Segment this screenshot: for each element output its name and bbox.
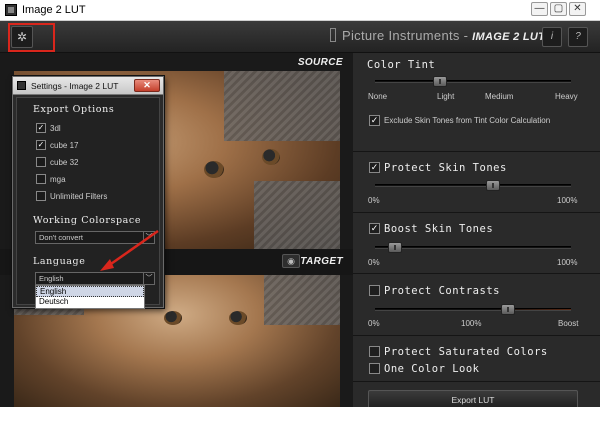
protect-contrasts-max: Boost	[558, 319, 579, 328]
export-cube17-checkbox[interactable]: ✓	[36, 140, 46, 150]
bottom-margin	[0, 407, 600, 423]
protect-contrasts-slider[interactable]	[375, 308, 571, 311]
app-body: ✲ Picture Instruments - IMAGE 2 LUT i ? …	[0, 21, 600, 410]
protect-skin-max: 100%	[557, 196, 578, 205]
protect-saturated-title: Protect Saturated Colors	[384, 346, 548, 358]
toolbar: ✲ Picture Instruments - IMAGE 2 LUT i ?	[0, 21, 600, 53]
settings-dialog-title: Settings - Image 2 LUT	[31, 81, 119, 91]
app-icon	[5, 4, 17, 16]
export-mga-checkbox[interactable]	[36, 174, 46, 184]
boost-skin-title: Boost Skin Tones	[384, 223, 494, 235]
colorspace-select[interactable]: Don't convert ﹀	[35, 231, 155, 244]
export-cube17-label: cube 17	[50, 141, 79, 150]
unlimited-filters-label: Unlimited Filters	[50, 192, 108, 201]
protect-contrasts-mid: 100%	[461, 319, 482, 328]
brand-logo-icon	[330, 28, 336, 42]
settings-close-button[interactable]: ✕	[134, 79, 160, 92]
exclude-skin-label: Exclude Skin Tones from Tint Color Calcu…	[384, 116, 551, 125]
protect-contrasts-min: 0%	[368, 319, 380, 328]
extra-options-section: Protect Saturated Colors One Color Look	[353, 336, 600, 382]
source-label: SOURCE	[297, 57, 343, 68]
boost-skin-section: ✓ Boost Skin Tones 0% 100%	[353, 213, 600, 274]
exclude-skin-checkbox[interactable]: ✓	[369, 115, 380, 126]
brand-name: Picture Instruments -	[342, 28, 469, 43]
export-3dl-checkbox[interactable]: ✓	[36, 123, 46, 133]
protect-skin-title: Protect Skin Tones	[384, 162, 507, 174]
settings-dialog-body: Export Options ✓ 3dl ✓ cube 17 cube 32 m…	[16, 97, 160, 309]
protect-contrasts-slider-thumb[interactable]	[501, 304, 516, 315]
settings-dialog-titlebar: Settings - Image 2 LUT ✕	[13, 77, 163, 95]
dialog-app-icon	[17, 81, 26, 90]
info-button[interactable]: i	[542, 27, 562, 47]
color-tint-slider[interactable]	[375, 80, 571, 83]
protect-skin-slider-thumb[interactable]	[485, 180, 500, 191]
settings-dialog: Settings - Image 2 LUT ✕ Export Options …	[12, 76, 164, 309]
export-cube32-label: cube 32	[50, 158, 79, 167]
language-dropdown: English Deutsch	[35, 285, 145, 309]
target-label: TARGET	[300, 256, 343, 267]
eye-icon: ◉	[287, 256, 295, 266]
boost-skin-slider[interactable]	[375, 246, 571, 249]
one-color-look-title: One Color Look	[384, 363, 480, 375]
colorspace-heading: Working Colorspace	[33, 215, 142, 226]
window-title: Image 2 LUT	[22, 4, 86, 16]
color-tint-section: Color Tint None Light Medium Heavy ✓ Exc…	[353, 53, 600, 152]
product-name: IMAGE 2 LUT	[472, 31, 546, 43]
window-titlebar: Image 2 LUT — ▢ ✕	[0, 0, 600, 21]
protect-contrasts-checkbox[interactable]	[369, 285, 380, 296]
chevron-down-icon: ﹀	[143, 273, 154, 284]
protect-skin-min: 0%	[368, 196, 380, 205]
chevron-down-icon: ﹀	[143, 232, 154, 243]
color-tint-slider-thumb[interactable]	[432, 76, 447, 87]
close-window-button[interactable]: ✕	[569, 2, 586, 16]
boost-skin-max: 100%	[557, 258, 578, 267]
boost-skin-checkbox[interactable]: ✓	[369, 223, 380, 234]
protect-contrasts-section: Protect Contrasts 0% 100% Boost	[353, 274, 600, 336]
protect-skin-slider[interactable]	[375, 184, 571, 187]
color-tint-title: Color Tint	[367, 59, 436, 71]
language-value: English	[39, 274, 64, 283]
export-mga-label: mga	[50, 175, 66, 184]
highlight-annotation	[8, 23, 55, 52]
boost-skin-slider-thumb[interactable]	[387, 242, 402, 253]
language-select[interactable]: English ﹀	[35, 272, 155, 285]
colorspace-value: Don't convert	[39, 233, 83, 242]
compare-eye-button[interactable]: ◉	[282, 254, 300, 268]
brand-title: Picture Instruments - IMAGE 2 LUT	[330, 28, 545, 43]
tint-label-medium: Medium	[485, 92, 514, 101]
maximize-button[interactable]: ▢	[550, 2, 567, 16]
protect-contrasts-title: Protect Contrasts	[384, 285, 500, 297]
tint-label-heavy: Heavy	[555, 92, 578, 101]
tint-label-none: None	[368, 92, 388, 101]
export-options-heading: Export Options	[33, 104, 115, 115]
minimize-button[interactable]: —	[531, 2, 548, 16]
unlimited-filters-checkbox[interactable]	[36, 191, 46, 201]
protect-skin-section: ✓ Protect Skin Tones 0% 100%	[353, 152, 600, 213]
boost-skin-min: 0%	[368, 258, 380, 267]
controls-panel: Color Tint None Light Medium Heavy ✓ Exc…	[353, 53, 600, 410]
protect-skin-checkbox[interactable]: ✓	[369, 162, 380, 173]
export-3dl-label: 3dl	[50, 124, 61, 133]
help-button[interactable]: ?	[568, 27, 588, 47]
protect-saturated-checkbox[interactable]	[369, 346, 380, 357]
export-cube32-checkbox[interactable]	[36, 157, 46, 167]
language-option-deutsch[interactable]: Deutsch	[36, 297, 144, 308]
tint-label-light: Light	[437, 92, 455, 101]
language-heading: Language	[33, 256, 86, 267]
language-option-english[interactable]: English	[36, 286, 144, 297]
one-color-look-checkbox[interactable]	[369, 363, 380, 374]
